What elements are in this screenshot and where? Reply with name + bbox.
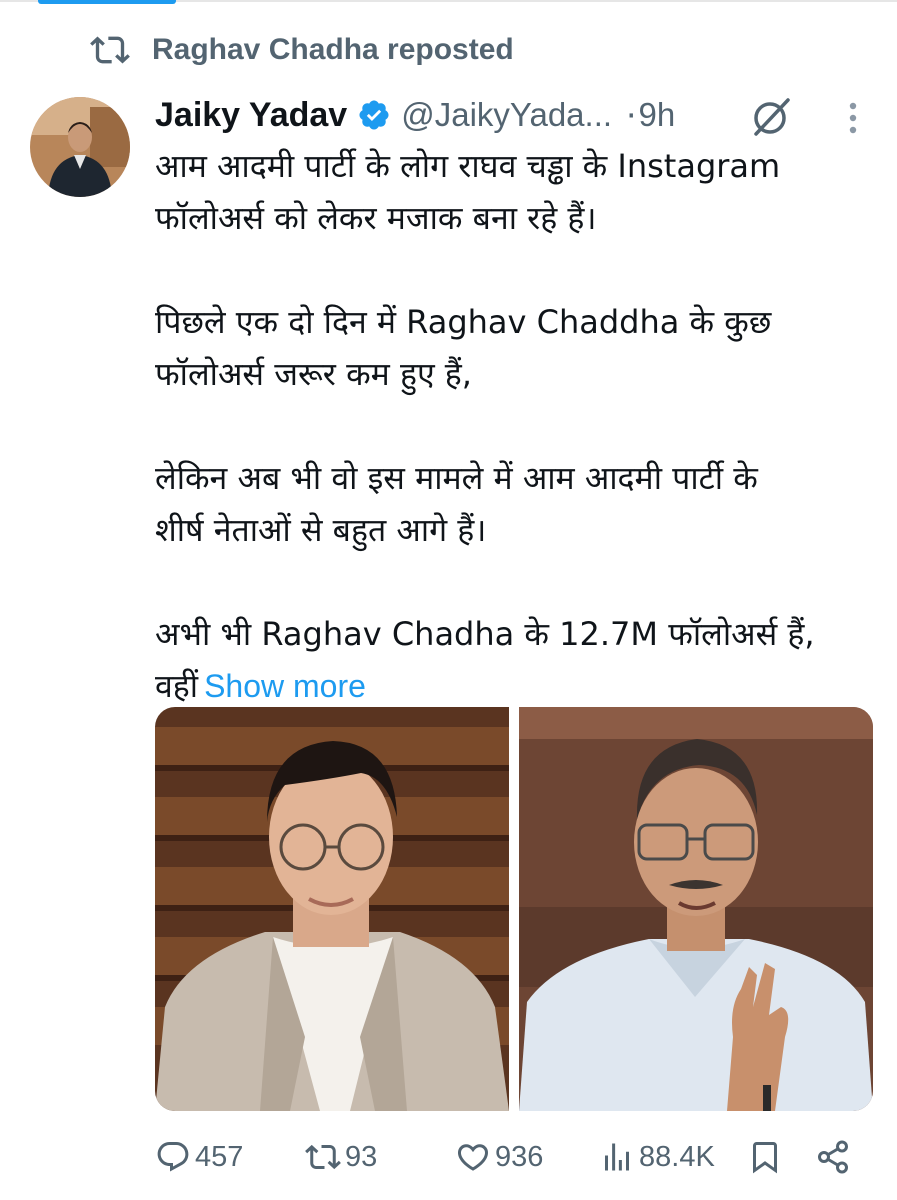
share-button[interactable] [815, 1135, 851, 1179]
active-tab-indicator [38, 0, 176, 4]
like-count: 936 [495, 1140, 544, 1173]
avatar[interactable] [30, 97, 130, 197]
verified-badge-icon[interactable] [357, 98, 391, 132]
media-image-left[interactable] [155, 707, 509, 1111]
tweet-line: लेकिन अब भी वो इस मामले में आम आदमी पार्… [155, 459, 758, 497]
reply-button[interactable]: 457 [155, 1135, 243, 1179]
repost-button[interactable]: 93 [305, 1135, 377, 1179]
views-chart-icon [605, 1143, 629, 1171]
author-name[interactable]: Jaiky Yadav [155, 96, 347, 135]
repost-icon [90, 36, 130, 64]
author-handle[interactable]: @JaikyYada... [401, 96, 612, 134]
tweet-line-last: वहीं Show more [155, 660, 875, 712]
media-grid [155, 707, 873, 1111]
separator-dot: · [626, 95, 637, 135]
media-image-right[interactable] [519, 707, 873, 1111]
reply-count: 457 [195, 1140, 244, 1173]
grok-icon[interactable] [750, 96, 792, 138]
views-count: 88.4K [639, 1140, 715, 1173]
tweet-line: फॉलोअर्स को लेकर मजाक बना रहे हैं। [155, 199, 597, 237]
tweet-actions: 457 93 936 88.4K [155, 1135, 875, 1179]
views-button[interactable]: 88.4K [599, 1135, 715, 1179]
tweet-line: पिछले एक दो दिन में Raghav Chaddha के कु… [155, 303, 772, 341]
tweet-header: Jaiky Yadav @JaikyYada... · 9h [155, 92, 675, 138]
repost-label: Raghav Chadha reposted [152, 33, 514, 66]
bookmark-button[interactable] [747, 1135, 783, 1179]
repost-context[interactable]: Raghav Chadha reposted [90, 30, 514, 70]
repost-count: 93 [345, 1140, 378, 1173]
tweet-text: आम आदमी पार्टी के लोग राघव चड्ढा के Inst… [155, 140, 875, 712]
like-button[interactable]: 936 [455, 1135, 543, 1179]
tweet-line: वहीं [155, 667, 199, 705]
heart-icon [457, 1144, 489, 1171]
show-more-link[interactable]: Show more [204, 668, 366, 704]
tweet-timestamp[interactable]: 9h [639, 96, 676, 134]
tweet-line: फॉलोअर्स जरूर कम हुए हैं, [155, 355, 472, 393]
tweet-line: अभी भी Raghav Chadha के 12.7M फॉलोअर्स ह… [155, 615, 815, 653]
tweet-line: आम आदमी पार्टी के लोग राघव चड्ढा के Inst… [155, 147, 781, 185]
bookmark-icon [753, 1142, 777, 1174]
share-icon [818, 1140, 848, 1174]
repost-icon [305, 1144, 341, 1170]
reply-icon [157, 1142, 189, 1172]
tweet-line: शीर्ष नेताओं से बहुत आगे हैं। [155, 511, 487, 549]
more-options-icon[interactable] [836, 98, 870, 138]
